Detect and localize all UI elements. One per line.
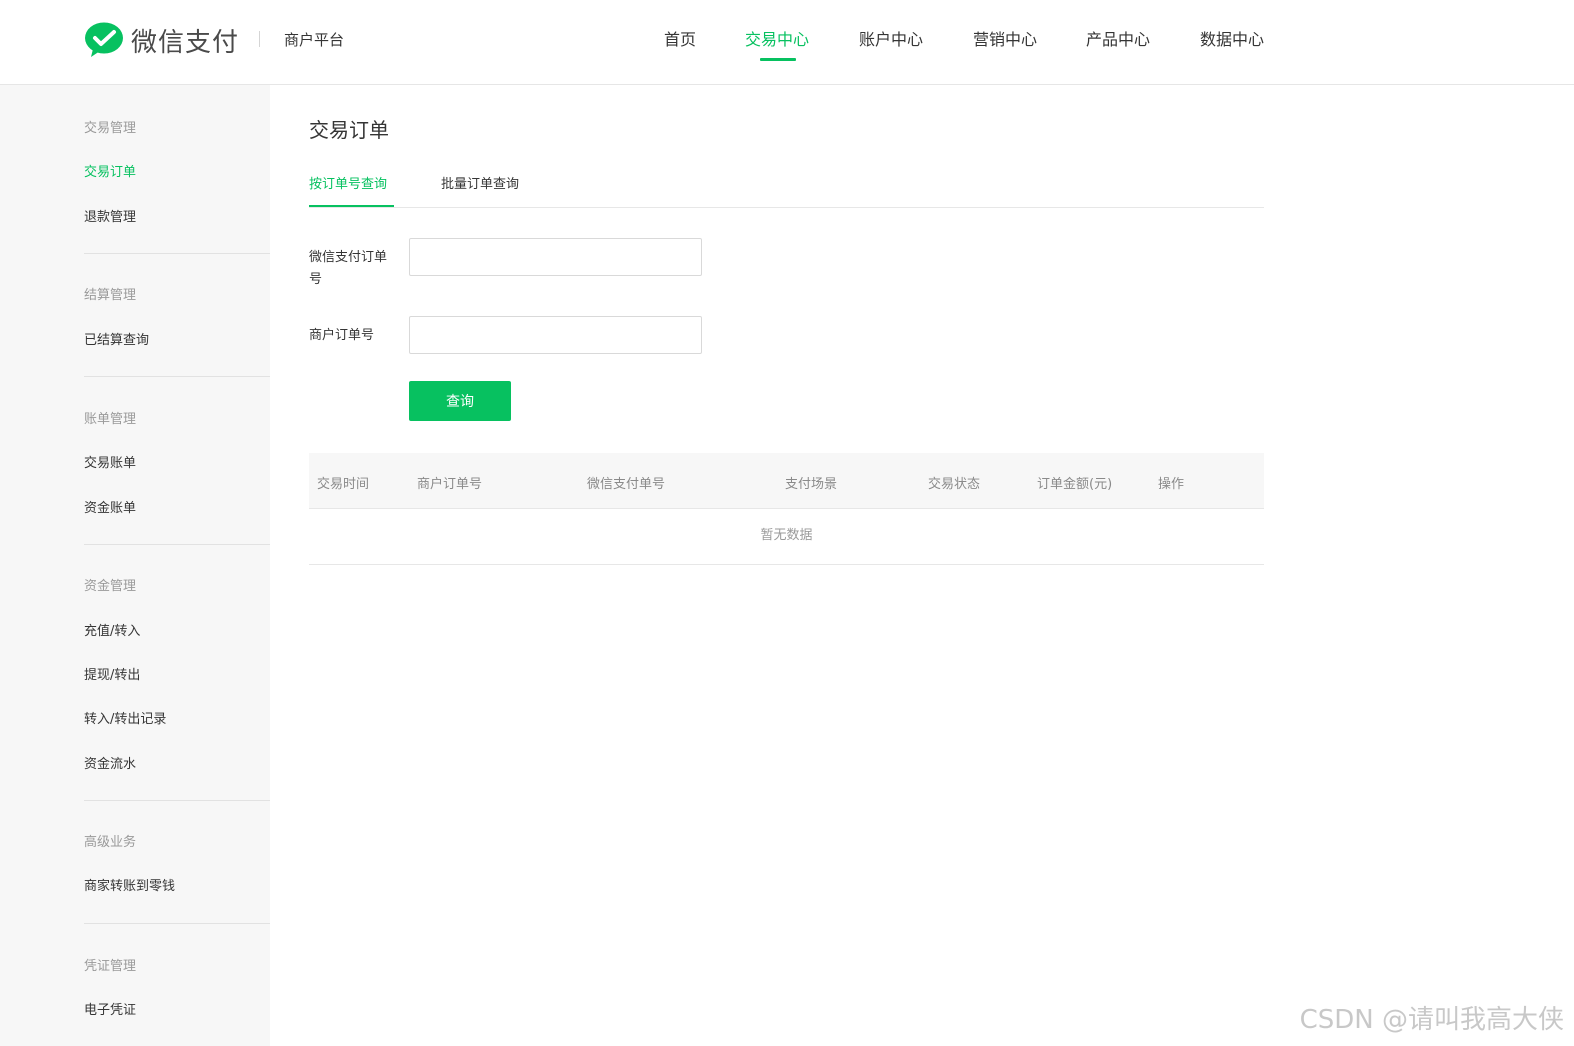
sidebar-divider	[84, 253, 270, 254]
merchant-order-label: 商户订单号	[309, 328, 375, 343]
results-table-header: 交易时间 商户订单号 微信支付单号 支付场景 交易状态 订单金额(元) 操作	[309, 453, 1264, 509]
merchant-order-input[interactable]	[409, 316, 702, 354]
nav-trade-center[interactable]: 交易中心	[745, 26, 809, 50]
column-header-trade-status: 交易状态	[928, 477, 981, 492]
wechat-pay-logo-icon	[85, 22, 123, 57]
logo-text: 微信支付	[131, 27, 240, 58]
sidebar-item-e-voucher[interactable]: 电子凭证	[84, 999, 136, 1018]
sidebar-item-transfer-records[interactable]: 转入/转出记录	[84, 708, 166, 727]
page-title: 交易订单	[309, 118, 389, 142]
sidebar-group-title-voucher: 凭证管理	[84, 959, 137, 974]
nav-active-indicator	[760, 58, 796, 61]
platform-name: 商户平台	[284, 31, 345, 49]
sidebar: 交易管理 交易订单 退款管理 结算管理 已结算查询 账单管理 交易账单 资金账单…	[0, 85, 270, 1046]
column-header-amount: 订单金额(元)	[1037, 477, 1113, 492]
sidebar-item-merchant-transfer[interactable]: 商家转账到零钱	[84, 875, 175, 894]
nav-account-center[interactable]: 账户中心	[859, 26, 923, 50]
column-header-actions: 操作	[1158, 477, 1185, 492]
top-header: 微信支付 商户平台 首页 交易中心 账户中心 营销中心 产品中心 数据中心	[0, 0, 1574, 85]
sidebar-item-withdraw[interactable]: 提现/转出	[84, 664, 140, 683]
column-header-trade-time: 交易时间	[317, 477, 370, 492]
column-header-merchant-order: 商户订单号	[417, 477, 483, 492]
nav-data-center[interactable]: 数据中心	[1200, 26, 1264, 50]
sidebar-item-fund-flow[interactable]: 资金流水	[84, 753, 136, 772]
tabs-divider	[309, 207, 1264, 208]
sidebar-item-settled-query[interactable]: 已结算查询	[84, 329, 149, 348]
header-divider	[259, 31, 260, 47]
sidebar-divider	[84, 544, 270, 545]
nav-home[interactable]: 首页	[664, 26, 696, 50]
sidebar-item-fund-bill[interactable]: 资金账单	[84, 497, 136, 516]
sidebar-divider	[84, 800, 270, 801]
tab-order-number-query[interactable]: 按订单号查询	[309, 173, 387, 192]
watermark: CSDN @请叫我高大侠	[1299, 1005, 1564, 1035]
sidebar-item-trade-bill[interactable]: 交易账单	[84, 452, 136, 471]
nav-product-center[interactable]: 产品中心	[1086, 26, 1150, 50]
sidebar-divider	[84, 376, 270, 377]
tab-batch-order-query[interactable]: 批量订单查询	[441, 173, 519, 192]
wechat-pay-logo[interactable]: 微信支付	[84, 20, 239, 60]
column-header-wechat-order: 微信支付单号	[587, 477, 666, 492]
sidebar-group-title-settlement: 结算管理	[84, 288, 137, 303]
table-empty-state: 暂无数据	[309, 509, 1264, 565]
sidebar-item-recharge[interactable]: 充值/转入	[84, 620, 140, 639]
column-header-pay-scene: 支付场景	[785, 477, 838, 492]
sidebar-group-title-advanced: 高级业务	[84, 835, 137, 850]
sidebar-group-title-bills: 账单管理	[84, 412, 137, 427]
wechat-order-input[interactable]	[409, 238, 702, 276]
sidebar-item-trade-orders[interactable]: 交易订单	[84, 161, 136, 180]
sidebar-item-refund[interactable]: 退款管理	[84, 206, 136, 225]
sidebar-group-title-funds: 资金管理	[84, 579, 137, 594]
sidebar-group-title-trade: 交易管理	[84, 121, 137, 136]
wechat-order-label: 微信支付订单号	[309, 250, 388, 287]
query-button[interactable]: 查询	[409, 381, 511, 421]
sidebar-divider	[84, 923, 270, 924]
nav-marketing-center[interactable]: 营销中心	[973, 26, 1037, 50]
